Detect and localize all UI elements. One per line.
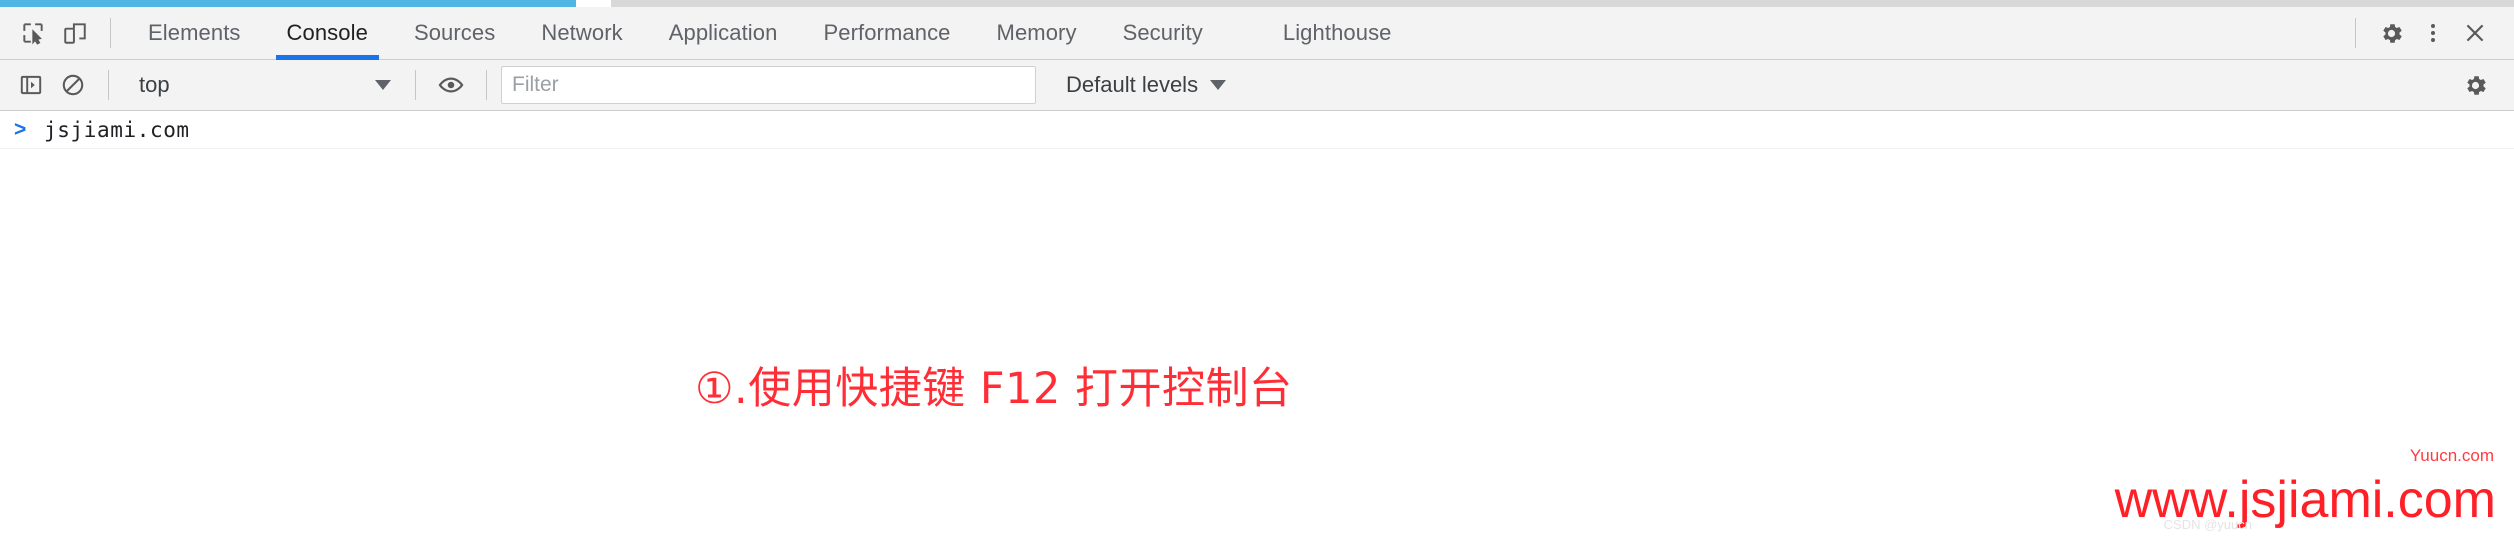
- tab-label: Lighthouse: [1282, 20, 1392, 45]
- execution-context-value: top: [139, 72, 170, 97]
- tab-console[interactable]: Console: [264, 7, 391, 60]
- more-vertical-icon[interactable]: [2412, 12, 2454, 54]
- chevron-down-icon: [1210, 80, 1227, 90]
- console-toolbar-divider-2: [415, 70, 416, 100]
- tabbar-divider: [110, 18, 111, 48]
- tab-sources[interactable]: Sources: [391, 7, 518, 60]
- eye-icon[interactable]: [430, 64, 472, 106]
- tab-elements[interactable]: Elements: [125, 7, 264, 60]
- close-icon[interactable]: [2454, 12, 2496, 54]
- tab-label: Memory: [996, 20, 1077, 45]
- console-toolbar-divider-3: [486, 70, 487, 100]
- annotation-step-one: ①.使用快捷键 F12 打开控制台: [695, 364, 1293, 414]
- watermark-faint: CSDN @yuucn: [2163, 517, 2252, 532]
- tabbar-right-divider: [2355, 18, 2356, 48]
- filter-input[interactable]: [501, 66, 1036, 104]
- prompt-arrow-icon: >: [14, 117, 27, 141]
- log-levels-value: Default levels: [1066, 72, 1199, 97]
- console-settings-gear-icon[interactable]: [2454, 64, 2496, 106]
- execution-context-select[interactable]: top: [123, 64, 401, 106]
- console-toolbar-right: [2454, 64, 2514, 106]
- tabbar-left-icons: [0, 7, 125, 59]
- devtools-tab-list: Elements Console Sources Network Applica…: [125, 7, 1415, 60]
- console-output-area[interactable]: > jsjiami.com ①.使用快捷键 F12 打开控制台 Yuucn.co…: [0, 111, 2514, 538]
- tab-label: Performance: [823, 20, 951, 45]
- chevron-down-icon: [375, 80, 391, 90]
- devtools-window: Elements Console Sources Network Applica…: [0, 0, 2514, 538]
- tab-label: Console: [286, 20, 368, 45]
- tab-lighthouse[interactable]: Lighthouse: [1260, 7, 1415, 60]
- tab-application[interactable]: Application: [646, 7, 801, 60]
- tab-label: Security: [1122, 20, 1203, 45]
- clear-console-icon[interactable]: [52, 64, 94, 106]
- console-log-row[interactable]: > jsjiami.com: [0, 111, 2514, 149]
- tab-label: Network: [541, 20, 623, 45]
- tab-label: Sources: [413, 20, 496, 45]
- device-toolbar-icon[interactable]: [54, 12, 96, 54]
- console-sidebar-icon[interactable]: [10, 64, 52, 106]
- console-toolbar: top Default levels: [0, 60, 2514, 111]
- watermark-source: Yuucn.com: [2409, 446, 2494, 465]
- tab-performance[interactable]: Performance: [800, 7, 973, 60]
- console-log-text: jsjiami.com: [44, 117, 190, 142]
- tabbar-right-icons: [2341, 7, 2514, 59]
- inspect-element-icon[interactable]: [12, 12, 54, 54]
- tab-label: Application: [668, 20, 778, 45]
- tab-network[interactable]: Network: [518, 7, 645, 60]
- gear-icon[interactable]: [2370, 12, 2412, 54]
- console-toolbar-divider-1: [108, 70, 109, 100]
- tab-security[interactable]: Security: [1100, 7, 1226, 60]
- devtools-tabbar: Elements Console Sources Network Applica…: [0, 7, 2514, 60]
- tab-memory[interactable]: Memory: [974, 7, 1100, 60]
- log-levels-select[interactable]: Default levels: [1052, 64, 1240, 106]
- tab-label: Elements: [148, 20, 241, 45]
